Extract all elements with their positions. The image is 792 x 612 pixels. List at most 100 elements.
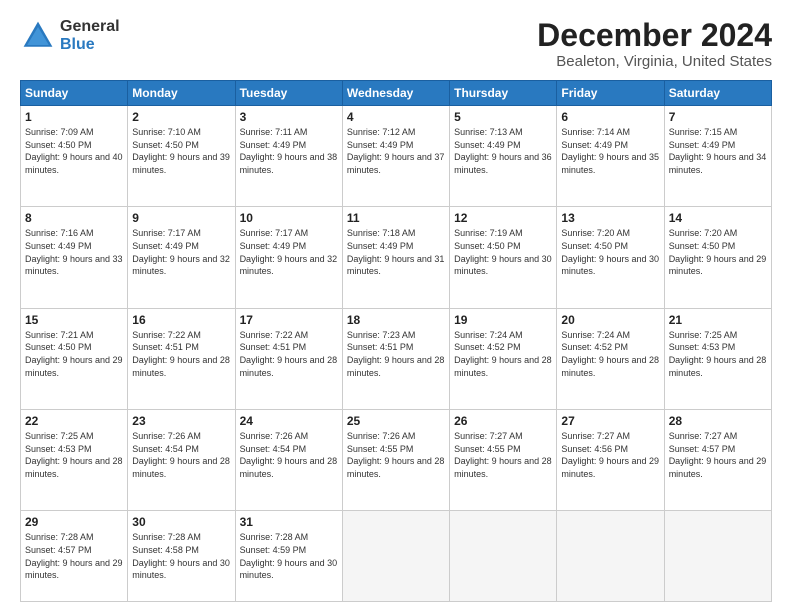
- day-number: 5: [454, 110, 552, 124]
- table-cell: [664, 511, 771, 602]
- table-cell: 22 Sunrise: 7:25 AMSunset: 4:53 PMDaylig…: [21, 410, 128, 511]
- col-sunday: Sunday: [21, 81, 128, 106]
- col-wednesday: Wednesday: [342, 81, 449, 106]
- page: General Blue December 2024 Bealeton, Vir…: [0, 0, 792, 612]
- table-cell: 29 Sunrise: 7:28 AMSunset: 4:57 PMDaylig…: [21, 511, 128, 602]
- day-info: Sunrise: 7:15 AMSunset: 4:49 PMDaylight:…: [669, 127, 767, 175]
- day-info: Sunrise: 7:24 AMSunset: 4:52 PMDaylight:…: [561, 330, 659, 378]
- day-info: Sunrise: 7:17 AMSunset: 4:49 PMDaylight:…: [240, 228, 338, 276]
- day-info: Sunrise: 7:10 AMSunset: 4:50 PMDaylight:…: [132, 127, 230, 175]
- day-number: 24: [240, 414, 338, 428]
- day-number: 13: [561, 211, 659, 225]
- day-number: 11: [347, 211, 445, 225]
- table-cell: 16 Sunrise: 7:22 AMSunset: 4:51 PMDaylig…: [128, 308, 235, 409]
- table-cell: 4 Sunrise: 7:12 AMSunset: 4:49 PMDayligh…: [342, 106, 449, 207]
- day-number: 26: [454, 414, 552, 428]
- table-cell: 10 Sunrise: 7:17 AMSunset: 4:49 PMDaylig…: [235, 207, 342, 308]
- title-block: December 2024 Bealeton, Virginia, United…: [537, 18, 772, 70]
- calendar-table: Sunday Monday Tuesday Wednesday Thursday…: [20, 80, 772, 602]
- day-number: 30: [132, 515, 230, 529]
- calendar-week-row: 15 Sunrise: 7:21 AMSunset: 4:50 PMDaylig…: [21, 308, 772, 409]
- table-cell: 7 Sunrise: 7:15 AMSunset: 4:49 PMDayligh…: [664, 106, 771, 207]
- day-number: 18: [347, 313, 445, 327]
- calendar-week-row: 29 Sunrise: 7:28 AMSunset: 4:57 PMDaylig…: [21, 511, 772, 602]
- day-number: 31: [240, 515, 338, 529]
- day-info: Sunrise: 7:26 AMSunset: 4:55 PMDaylight:…: [347, 431, 445, 479]
- col-friday: Friday: [557, 81, 664, 106]
- table-cell: 1 Sunrise: 7:09 AMSunset: 4:50 PMDayligh…: [21, 106, 128, 207]
- day-info: Sunrise: 7:17 AMSunset: 4:49 PMDaylight:…: [132, 228, 230, 276]
- col-thursday: Thursday: [450, 81, 557, 106]
- table-cell: [450, 511, 557, 602]
- table-cell: 26 Sunrise: 7:27 AMSunset: 4:55 PMDaylig…: [450, 410, 557, 511]
- logo: General Blue: [20, 18, 120, 54]
- day-number: 4: [347, 110, 445, 124]
- day-info: Sunrise: 7:22 AMSunset: 4:51 PMDaylight:…: [132, 330, 230, 378]
- day-number: 12: [454, 211, 552, 225]
- table-cell: 19 Sunrise: 7:24 AMSunset: 4:52 PMDaylig…: [450, 308, 557, 409]
- table-cell: 12 Sunrise: 7:19 AMSunset: 4:50 PMDaylig…: [450, 207, 557, 308]
- table-cell: 15 Sunrise: 7:21 AMSunset: 4:50 PMDaylig…: [21, 308, 128, 409]
- subtitle: Bealeton, Virginia, United States: [537, 53, 772, 70]
- table-cell: 3 Sunrise: 7:11 AMSunset: 4:49 PMDayligh…: [235, 106, 342, 207]
- day-info: Sunrise: 7:19 AMSunset: 4:50 PMDaylight:…: [454, 228, 552, 276]
- day-number: 27: [561, 414, 659, 428]
- table-cell: [342, 511, 449, 602]
- table-cell: 23 Sunrise: 7:26 AMSunset: 4:54 PMDaylig…: [128, 410, 235, 511]
- calendar-week-row: 1 Sunrise: 7:09 AMSunset: 4:50 PMDayligh…: [21, 106, 772, 207]
- table-cell: 28 Sunrise: 7:27 AMSunset: 4:57 PMDaylig…: [664, 410, 771, 511]
- day-info: Sunrise: 7:09 AMSunset: 4:50 PMDaylight:…: [25, 127, 123, 175]
- day-info: Sunrise: 7:27 AMSunset: 4:56 PMDaylight:…: [561, 431, 659, 479]
- table-cell: 14 Sunrise: 7:20 AMSunset: 4:50 PMDaylig…: [664, 207, 771, 308]
- table-cell: 20 Sunrise: 7:24 AMSunset: 4:52 PMDaylig…: [557, 308, 664, 409]
- day-info: Sunrise: 7:25 AMSunset: 4:53 PMDaylight:…: [25, 431, 123, 479]
- table-cell: 11 Sunrise: 7:18 AMSunset: 4:49 PMDaylig…: [342, 207, 449, 308]
- calendar-week-row: 22 Sunrise: 7:25 AMSunset: 4:53 PMDaylig…: [21, 410, 772, 511]
- table-cell: 27 Sunrise: 7:27 AMSunset: 4:56 PMDaylig…: [557, 410, 664, 511]
- table-cell: 31 Sunrise: 7:28 AMSunset: 4:59 PMDaylig…: [235, 511, 342, 602]
- day-info: Sunrise: 7:21 AMSunset: 4:50 PMDaylight:…: [25, 330, 123, 378]
- day-number: 17: [240, 313, 338, 327]
- calendar-header-row: Sunday Monday Tuesday Wednesday Thursday…: [21, 81, 772, 106]
- table-cell: 18 Sunrise: 7:23 AMSunset: 4:51 PMDaylig…: [342, 308, 449, 409]
- day-info: Sunrise: 7:28 AMSunset: 4:59 PMDaylight:…: [240, 532, 338, 580]
- day-info: Sunrise: 7:24 AMSunset: 4:52 PMDaylight:…: [454, 330, 552, 378]
- day-info: Sunrise: 7:16 AMSunset: 4:49 PMDaylight:…: [25, 228, 123, 276]
- day-info: Sunrise: 7:22 AMSunset: 4:51 PMDaylight:…: [240, 330, 338, 378]
- day-info: Sunrise: 7:12 AMSunset: 4:49 PMDaylight:…: [347, 127, 445, 175]
- day-info: Sunrise: 7:11 AMSunset: 4:49 PMDaylight:…: [240, 127, 338, 175]
- day-info: Sunrise: 7:23 AMSunset: 4:51 PMDaylight:…: [347, 330, 445, 378]
- col-tuesday: Tuesday: [235, 81, 342, 106]
- table-cell: 24 Sunrise: 7:26 AMSunset: 4:54 PMDaylig…: [235, 410, 342, 511]
- day-info: Sunrise: 7:28 AMSunset: 4:57 PMDaylight:…: [25, 532, 123, 580]
- col-monday: Monday: [128, 81, 235, 106]
- day-info: Sunrise: 7:28 AMSunset: 4:58 PMDaylight:…: [132, 532, 230, 580]
- day-number: 19: [454, 313, 552, 327]
- table-cell: 5 Sunrise: 7:13 AMSunset: 4:49 PMDayligh…: [450, 106, 557, 207]
- day-info: Sunrise: 7:27 AMSunset: 4:55 PMDaylight:…: [454, 431, 552, 479]
- logo-general-text: General: [60, 18, 120, 36]
- day-number: 1: [25, 110, 123, 124]
- table-cell: 25 Sunrise: 7:26 AMSunset: 4:55 PMDaylig…: [342, 410, 449, 511]
- day-number: 3: [240, 110, 338, 124]
- table-cell: 30 Sunrise: 7:28 AMSunset: 4:58 PMDaylig…: [128, 511, 235, 602]
- table-cell: 9 Sunrise: 7:17 AMSunset: 4:49 PMDayligh…: [128, 207, 235, 308]
- col-saturday: Saturday: [664, 81, 771, 106]
- day-number: 14: [669, 211, 767, 225]
- calendar-week-row: 8 Sunrise: 7:16 AMSunset: 4:49 PMDayligh…: [21, 207, 772, 308]
- day-info: Sunrise: 7:25 AMSunset: 4:53 PMDaylight:…: [669, 330, 767, 378]
- logo-icon: [20, 18, 56, 54]
- day-number: 6: [561, 110, 659, 124]
- day-number: 20: [561, 313, 659, 327]
- day-number: 7: [669, 110, 767, 124]
- day-info: Sunrise: 7:20 AMSunset: 4:50 PMDaylight:…: [561, 228, 659, 276]
- day-info: Sunrise: 7:20 AMSunset: 4:50 PMDaylight:…: [669, 228, 767, 276]
- day-number: 21: [669, 313, 767, 327]
- day-info: Sunrise: 7:14 AMSunset: 4:49 PMDaylight:…: [561, 127, 659, 175]
- day-number: 10: [240, 211, 338, 225]
- table-cell: 8 Sunrise: 7:16 AMSunset: 4:49 PMDayligh…: [21, 207, 128, 308]
- day-number: 25: [347, 414, 445, 428]
- day-info: Sunrise: 7:18 AMSunset: 4:49 PMDaylight:…: [347, 228, 445, 276]
- main-title: December 2024: [537, 18, 772, 53]
- day-number: 15: [25, 313, 123, 327]
